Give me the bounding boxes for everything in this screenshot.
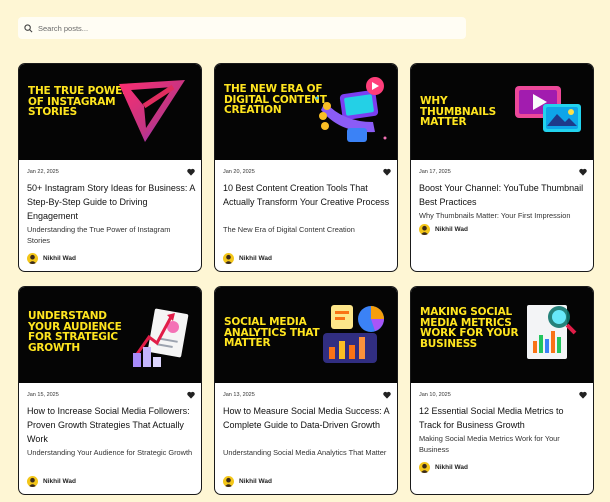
author-name: Nikhil Wad bbox=[43, 478, 76, 485]
author-name: Nikhil Wad bbox=[435, 464, 468, 471]
post-title[interactable]: 12 Essential Social Media Metrics to Tra… bbox=[419, 404, 587, 432]
thumbnail-title: MAKING SOCIAL MEDIA METRICS WORK FOR YOU… bbox=[420, 306, 519, 350]
post-card[interactable]: THE TRUE POWER OF INSTAGRAM STORIES Jan … bbox=[18, 63, 202, 272]
post-title[interactable]: 10 Best Content Creation Tools That Actu… bbox=[223, 181, 391, 223]
post-card[interactable]: MAKING SOCIAL MEDIA METRICS WORK FOR YOU… bbox=[410, 286, 594, 495]
post-thumbnail[interactable]: THE NEW ERA OF DIGITAL CONTENT CREATION bbox=[215, 64, 397, 160]
post-title[interactable]: 50+ Instagram Story Ideas for Business: … bbox=[27, 181, 195, 223]
post-author[interactable]: Nikhil Wad bbox=[419, 462, 468, 473]
avatar bbox=[223, 476, 234, 487]
heart-icon[interactable] bbox=[187, 391, 195, 399]
post-date: Jan 15, 2025 bbox=[27, 392, 59, 398]
post-author[interactable]: Nikhil Wad bbox=[223, 253, 272, 264]
post-author[interactable]: Nikhil Wad bbox=[27, 476, 76, 487]
search-icon bbox=[24, 23, 33, 32]
post-author[interactable]: Nikhil Wad bbox=[419, 224, 468, 235]
post-thumbnail[interactable]: THE TRUE POWER OF INSTAGRAM STORIES bbox=[19, 64, 201, 160]
post-date: Jan 17, 2025 bbox=[419, 169, 451, 175]
author-name: Nikhil Wad bbox=[239, 478, 272, 485]
post-card[interactable]: UNDERSTAND YOUR AUDIENCE FOR STRATEGIC G… bbox=[18, 286, 202, 495]
avatar bbox=[27, 476, 38, 487]
post-date: Jan 10, 2025 bbox=[419, 392, 451, 398]
video-thumbnail-icon bbox=[515, 86, 581, 132]
content-tools-icon bbox=[315, 77, 387, 142]
author-name: Nikhil Wad bbox=[435, 226, 468, 233]
post-title[interactable]: Boost Your Channel: YouTube Thumbnail Be… bbox=[419, 181, 587, 209]
post-thumbnail[interactable]: SOCIAL MEDIA ANALYTICS THAT MATTER bbox=[215, 287, 397, 383]
post-title[interactable]: How to Measure Social Media Success: A C… bbox=[223, 404, 391, 446]
avatar bbox=[223, 253, 234, 264]
heart-icon[interactable] bbox=[383, 168, 391, 176]
post-card[interactable]: THE NEW ERA OF DIGITAL CONTENT CREATION … bbox=[214, 63, 398, 272]
growth-chart-icon bbox=[133, 308, 189, 367]
search-input[interactable] bbox=[38, 23, 438, 33]
post-card[interactable]: WHY THUMBNAILS MATTER Jan 17, 2025 Boost… bbox=[410, 63, 594, 272]
post-date: Jan 13, 2025 bbox=[223, 392, 255, 398]
post-subtitle: Understanding Social Media Analytics Tha… bbox=[223, 448, 387, 457]
post-date: Jan 20, 2025 bbox=[223, 169, 255, 175]
post-author[interactable]: Nikhil Wad bbox=[27, 253, 76, 264]
post-subtitle: The New Era of Digital Content Creation bbox=[223, 225, 355, 234]
heart-icon[interactable] bbox=[579, 391, 587, 399]
post-subtitle: Understanding the True Power of Instagra… bbox=[27, 225, 171, 245]
post-subtitle: Understanding Your Audience for Strategi… bbox=[27, 448, 193, 457]
avatar bbox=[419, 224, 430, 235]
post-thumbnail[interactable]: MAKING SOCIAL MEDIA METRICS WORK FOR YOU… bbox=[411, 287, 593, 383]
metrics-report-icon bbox=[527, 305, 577, 359]
thumbnail-title: UNDERSTAND YOUR AUDIENCE FOR STRATEGIC G… bbox=[28, 310, 122, 354]
post-subtitle: Making Social Media Metrics Work for You… bbox=[419, 434, 560, 454]
analytics-dashboard-icon bbox=[323, 305, 384, 363]
send-arrow-icon bbox=[119, 80, 185, 142]
post-thumbnail[interactable]: UNDERSTAND YOUR AUDIENCE FOR STRATEGIC G… bbox=[19, 287, 201, 383]
avatar bbox=[27, 253, 38, 264]
thumbnail-title: WHY THUMBNAILS MATTER bbox=[420, 95, 497, 128]
post-thumbnail[interactable]: WHY THUMBNAILS MATTER bbox=[411, 64, 593, 160]
posts-grid: THE TRUE POWER OF INSTAGRAM STORIES Jan … bbox=[18, 63, 594, 495]
heart-icon[interactable] bbox=[579, 168, 587, 176]
author-name: Nikhil Wad bbox=[239, 255, 272, 262]
heart-icon[interactable] bbox=[383, 391, 391, 399]
post-author[interactable]: Nikhil Wad bbox=[223, 476, 272, 487]
heart-icon[interactable] bbox=[187, 168, 195, 176]
thumbnail-title: SOCIAL MEDIA ANALYTICS THAT MATTER bbox=[224, 316, 320, 349]
search-bar[interactable] bbox=[18, 17, 466, 39]
post-card[interactable]: SOCIAL MEDIA ANALYTICS THAT MATTER Jan 1… bbox=[214, 286, 398, 495]
avatar bbox=[419, 462, 430, 473]
post-date: Jan 22, 2025 bbox=[27, 169, 59, 175]
author-name: Nikhil Wad bbox=[43, 255, 76, 262]
post-title[interactable]: How to Increase Social Media Followers: … bbox=[27, 404, 195, 446]
